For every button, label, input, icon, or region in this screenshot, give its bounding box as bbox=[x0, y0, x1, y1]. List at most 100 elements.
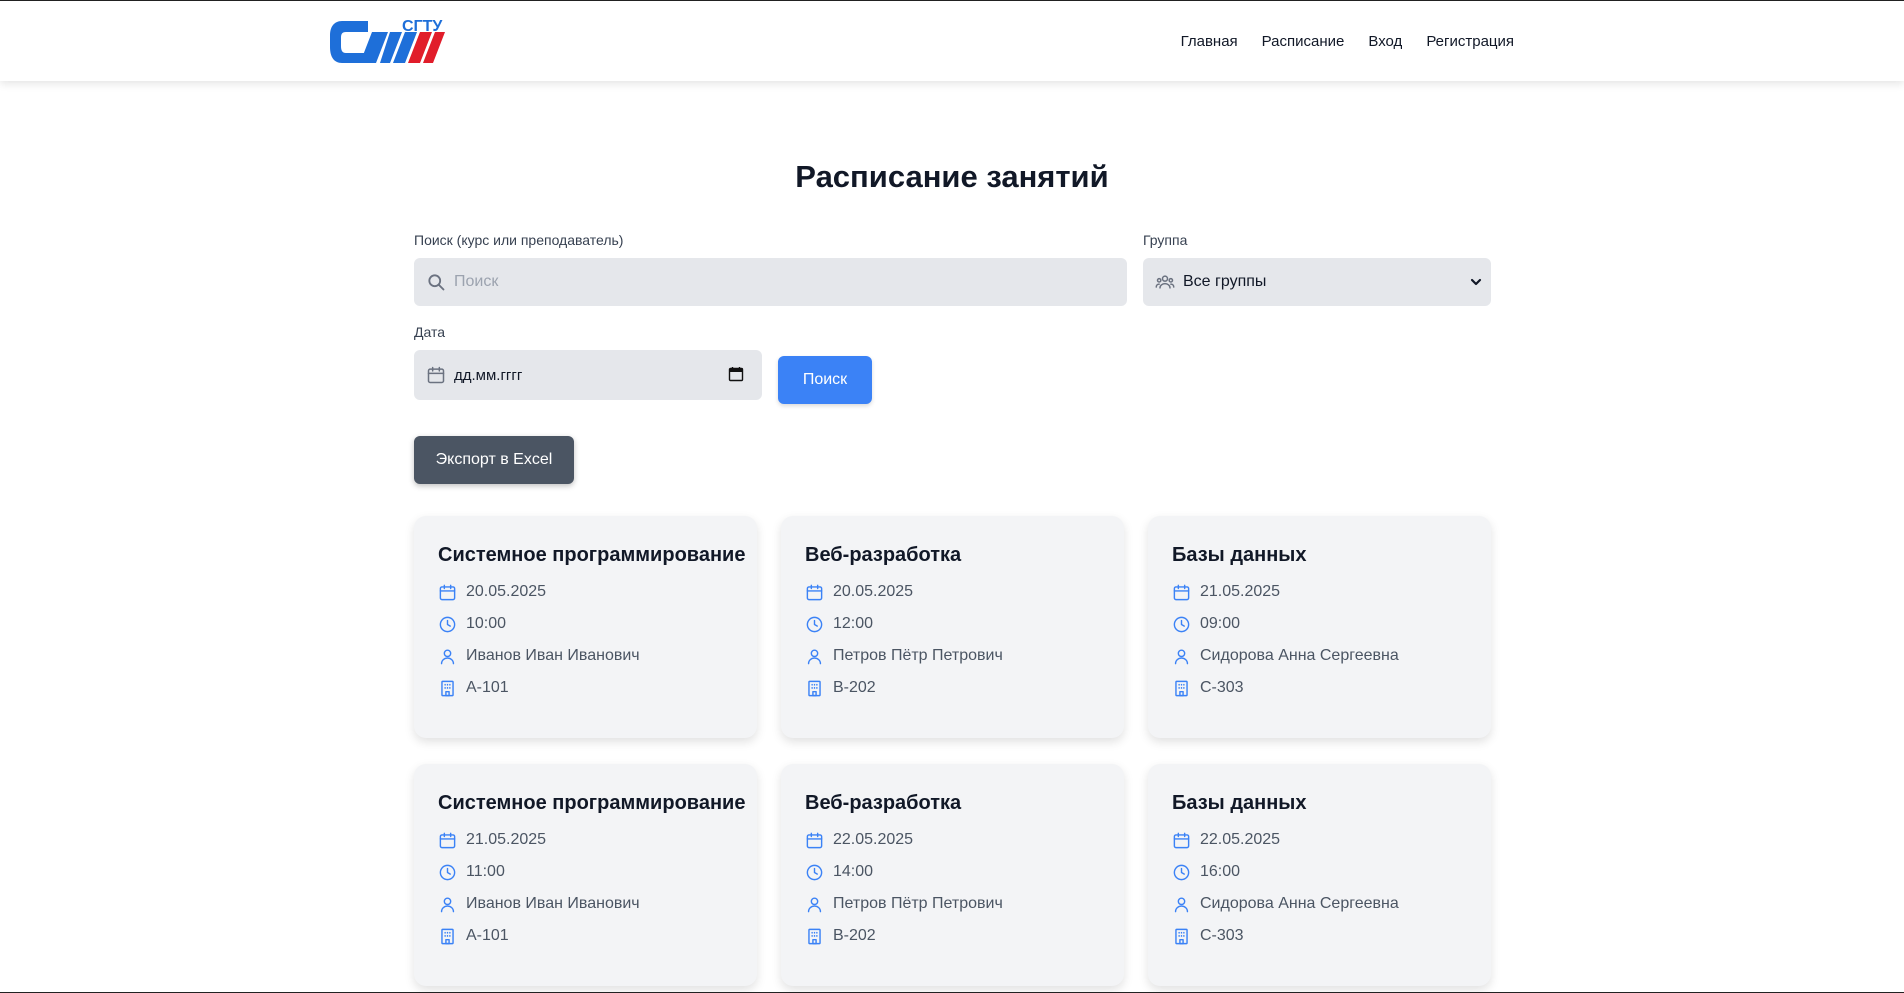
card-date: 21.05.2025 bbox=[1200, 583, 1281, 600]
nav-home[interactable]: Главная bbox=[1181, 33, 1238, 50]
card-room-row: B-202 bbox=[805, 677, 876, 699]
card-date: 21.05.2025 bbox=[466, 831, 547, 848]
schedule-card[interactable]: Системное программирование 21.05.2025 11:0… bbox=[414, 764, 757, 986]
card-title: Базы данных bbox=[1172, 544, 1307, 566]
card-time: 10:00 bbox=[466, 615, 507, 632]
card-time-row: 11:00 bbox=[438, 861, 505, 883]
building-icon bbox=[1175, 680, 1188, 696]
building-icon bbox=[808, 680, 821, 696]
building-icon bbox=[1175, 928, 1188, 944]
calendar-icon bbox=[806, 832, 823, 848]
user-icon bbox=[440, 648, 455, 664]
card-teacher-row: Петров Пётр Петрович bbox=[805, 645, 1003, 667]
clock-icon bbox=[439, 616, 456, 632]
calendar-icon bbox=[1173, 832, 1190, 848]
card-room: A-101 bbox=[466, 679, 509, 696]
date-input[interactable]: дд.мм.гггг bbox=[414, 350, 762, 400]
card-teacher: Иванов Иван Иванович bbox=[466, 647, 640, 664]
card-room-row: A-101 bbox=[438, 677, 509, 699]
user-icon bbox=[1174, 896, 1189, 912]
user-icon bbox=[1174, 648, 1189, 664]
group-label: Группа bbox=[1143, 232, 1188, 248]
logo-text: СГТУ bbox=[402, 18, 443, 35]
card-teacher-row: Сидорова Анна Сергеевна bbox=[1172, 645, 1399, 667]
clock-icon bbox=[439, 864, 456, 880]
card-title: Системное программирование bbox=[438, 792, 746, 814]
card-time-row: 12:00 bbox=[805, 613, 873, 635]
building-icon bbox=[808, 928, 821, 944]
card-date-row: 20.05.2025 bbox=[438, 581, 546, 603]
calendar-icon bbox=[427, 366, 445, 384]
card-date: 20.05.2025 bbox=[466, 583, 547, 600]
card-time-row: 14:00 bbox=[805, 861, 873, 883]
card-date: 22.05.2025 bbox=[833, 831, 914, 848]
search-label: Поиск (курс или преподаватель) bbox=[414, 232, 624, 248]
date-placeholder: дд.мм.гггг bbox=[454, 366, 523, 384]
chevron-down-icon bbox=[1470, 278, 1482, 286]
card-time: 09:00 bbox=[1200, 615, 1241, 632]
card-date-row: 20.05.2025 bbox=[805, 581, 913, 603]
card-title: Веб-разработка bbox=[805, 792, 962, 814]
clock-icon bbox=[806, 864, 823, 880]
search-button[interactable]: Поиск bbox=[778, 356, 872, 404]
nav-login[interactable]: Вход bbox=[1368, 33, 1402, 50]
group-select[interactable]: Все группы bbox=[1143, 258, 1491, 306]
schedule-card[interactable]: Веб-разработка 22.05.2025 14:00 Петров Пётр… bbox=[781, 764, 1124, 986]
user-icon bbox=[807, 648, 822, 664]
card-time: 11:00 bbox=[466, 863, 505, 880]
card-date: 22.05.2025 bbox=[1200, 831, 1281, 848]
group-value: Все группы bbox=[1183, 273, 1267, 290]
calendar-icon bbox=[1173, 584, 1190, 600]
card-title: Базы данных bbox=[1172, 792, 1307, 814]
card-room-row: B-202 bbox=[805, 925, 876, 947]
card-teacher-row: Сидорова Анна Сергеевна bbox=[1172, 893, 1399, 915]
export-excel-button[interactable]: Экспорт в Excel bbox=[414, 436, 574, 484]
calendar-icon bbox=[439, 832, 456, 848]
main-nav: Главная Расписание Вход Регистрация bbox=[1181, 1, 1514, 81]
card-room: B-202 bbox=[833, 927, 876, 944]
card-time: 16:00 bbox=[1200, 863, 1241, 880]
card-teacher: Сидорова Анна Сергеевна bbox=[1200, 895, 1399, 912]
card-date-row: 21.05.2025 bbox=[438, 829, 546, 851]
card-teacher: Петров Пётр Петрович bbox=[833, 895, 1003, 912]
card-teacher-row: Иванов Иван Иванович bbox=[438, 645, 640, 667]
clock-icon bbox=[1173, 616, 1190, 632]
search-icon bbox=[428, 274, 445, 291]
building-icon bbox=[441, 928, 454, 944]
user-icon bbox=[807, 896, 822, 912]
card-teacher-row: Иванов Иван Иванович bbox=[438, 893, 640, 915]
card-date: 20.05.2025 bbox=[833, 583, 914, 600]
schedule-card[interactable]: Веб-разработка 20.05.2025 12:00 Петров Пётр… bbox=[781, 516, 1124, 738]
search-input[interactable]: Поиск bbox=[414, 258, 1127, 306]
card-room-row: C-303 bbox=[1172, 925, 1244, 947]
page-title: Расписание занятий bbox=[795, 159, 1109, 194]
schedule-card[interactable]: Базы данных 22.05.2025 16:00 Сидорова Анна … bbox=[1148, 764, 1491, 986]
card-time: 12:00 bbox=[833, 615, 874, 632]
sgtu-logo[interactable]: СГТУ bbox=[328, 17, 470, 67]
card-room: C-303 bbox=[1200, 927, 1244, 944]
card-room: B-202 bbox=[833, 679, 876, 696]
users-icon bbox=[1155, 275, 1175, 289]
schedule-card[interactable]: Системное программирование 20.05.2025 10:0… bbox=[414, 516, 757, 738]
building-icon bbox=[441, 680, 454, 696]
card-room-row: A-101 bbox=[438, 925, 509, 947]
card-teacher: Петров Пётр Петрович bbox=[833, 647, 1003, 664]
calendar-icon bbox=[439, 584, 456, 600]
card-room: A-101 bbox=[466, 927, 509, 944]
nav-schedule[interactable]: Расписание bbox=[1262, 33, 1345, 50]
card-room: C-303 bbox=[1200, 679, 1244, 696]
nav-register[interactable]: Регистрация bbox=[1426, 33, 1514, 50]
card-time-row: 09:00 bbox=[1172, 613, 1240, 635]
clock-icon bbox=[806, 616, 823, 632]
card-date-row: 22.05.2025 bbox=[1172, 829, 1280, 851]
date-picker-icon[interactable] bbox=[728, 366, 744, 382]
schedule-card[interactable]: Базы данных 21.05.2025 09:00 Сидорова Анна … bbox=[1148, 516, 1491, 738]
search-placeholder: Поиск bbox=[454, 273, 499, 290]
top-header: СГТУ Главная Расписание Вход Регистрация bbox=[0, 1, 1904, 81]
card-date-row: 21.05.2025 bbox=[1172, 581, 1280, 603]
card-time: 14:00 bbox=[833, 863, 874, 880]
card-time-row: 10:00 bbox=[438, 613, 506, 635]
calendar-icon bbox=[806, 584, 823, 600]
card-date-row: 22.05.2025 bbox=[805, 829, 913, 851]
user-icon bbox=[440, 896, 455, 912]
